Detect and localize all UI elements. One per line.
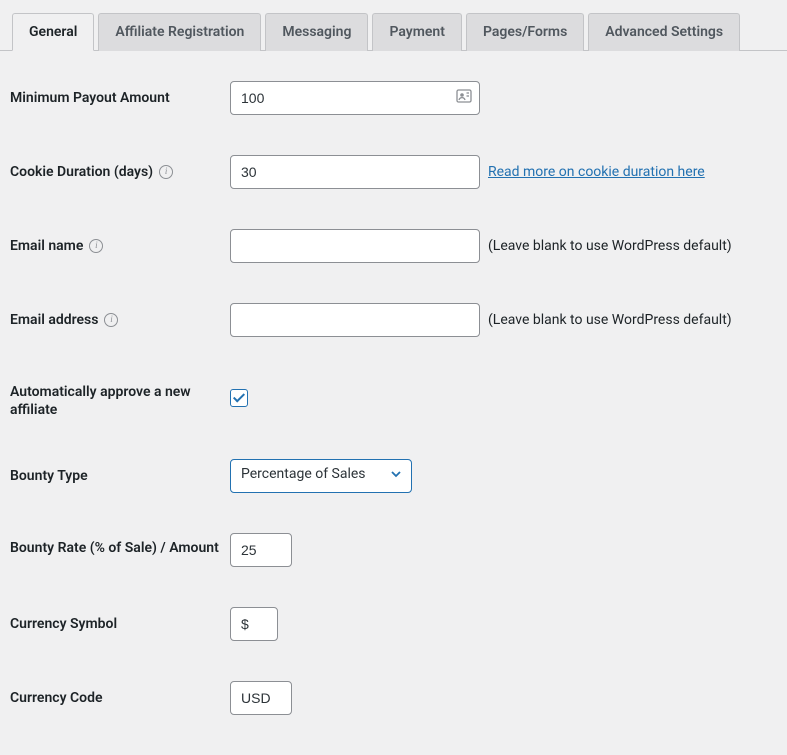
label-cookie-duration: Cookie Duration (days) i — [10, 163, 230, 181]
row-currency-code: Currency Code — [10, 661, 777, 735]
row-bounty-type: Bounty Type Percentage of Sales — [10, 439, 777, 513]
input-cookie-duration[interactable] — [230, 155, 480, 189]
tab-general[interactable]: General — [12, 13, 94, 51]
select-bounty-type[interactable]: Percentage of Sales — [230, 459, 412, 493]
input-currency-symbol[interactable] — [230, 607, 278, 641]
label-auto-approve: Automatically approve a new affiliate — [10, 377, 230, 419]
row-currency-symbol: Currency Symbol — [10, 587, 777, 661]
label-email-address: Email address i — [10, 311, 230, 329]
label-email-name: Email name i — [10, 237, 230, 255]
input-email-name[interactable] — [230, 229, 480, 263]
input-email-address[interactable] — [230, 303, 480, 337]
tab-affiliate-registration[interactable]: Affiliate Registration — [98, 13, 261, 51]
row-auto-approve: Automatically approve a new affiliate — [10, 357, 777, 439]
label-email-name-text: Email name — [10, 237, 83, 255]
label-cookie-duration-text: Cookie Duration (days) — [10, 163, 153, 181]
tab-advanced-settings[interactable]: Advanced Settings — [588, 13, 740, 51]
label-bounty-type: Bounty Type — [10, 467, 230, 485]
checkbox-auto-approve[interactable] — [230, 389, 248, 407]
input-currency-code[interactable] — [230, 681, 292, 715]
row-cookie-duration: Cookie Duration (days) i Read more on co… — [10, 135, 777, 209]
hint-email-address: (Leave blank to use WordPress default) — [488, 312, 732, 328]
tab-pages-forms[interactable]: Pages/Forms — [466, 13, 584, 51]
info-icon[interactable]: i — [89, 239, 103, 253]
tab-payment[interactable]: Payment — [372, 13, 462, 51]
info-icon[interactable]: i — [104, 313, 118, 327]
label-email-address-text: Email address — [10, 311, 98, 329]
label-min-payout: Minimum Payout Amount — [10, 89, 230, 107]
row-email-name: Email name i (Leave blank to use WordPre… — [10, 209, 777, 283]
label-currency-code: Currency Code — [10, 689, 230, 707]
tabs: General Affiliate Registration Messaging… — [0, 0, 787, 51]
input-bounty-rate[interactable] — [230, 533, 292, 567]
input-min-payout[interactable] — [230, 81, 480, 115]
label-currency-symbol: Currency Symbol — [10, 615, 230, 633]
hint-email-name: (Leave blank to use WordPress default) — [488, 238, 732, 254]
row-bounty-rate: Bounty Rate (% of Sale) / Amount — [10, 513, 777, 587]
tab-messaging[interactable]: Messaging — [265, 13, 368, 51]
info-icon[interactable]: i — [159, 165, 173, 179]
label-bounty-rate: Bounty Rate (% of Sale) / Amount — [10, 533, 230, 557]
cookie-duration-link[interactable]: Read more on cookie duration here — [488, 164, 705, 180]
form-area: Minimum Payout Amount Cookie Duration (d… — [0, 51, 787, 755]
row-min-payout: Minimum Payout Amount — [10, 61, 777, 135]
row-email-address: Email address i (Leave blank to use Word… — [10, 283, 777, 357]
